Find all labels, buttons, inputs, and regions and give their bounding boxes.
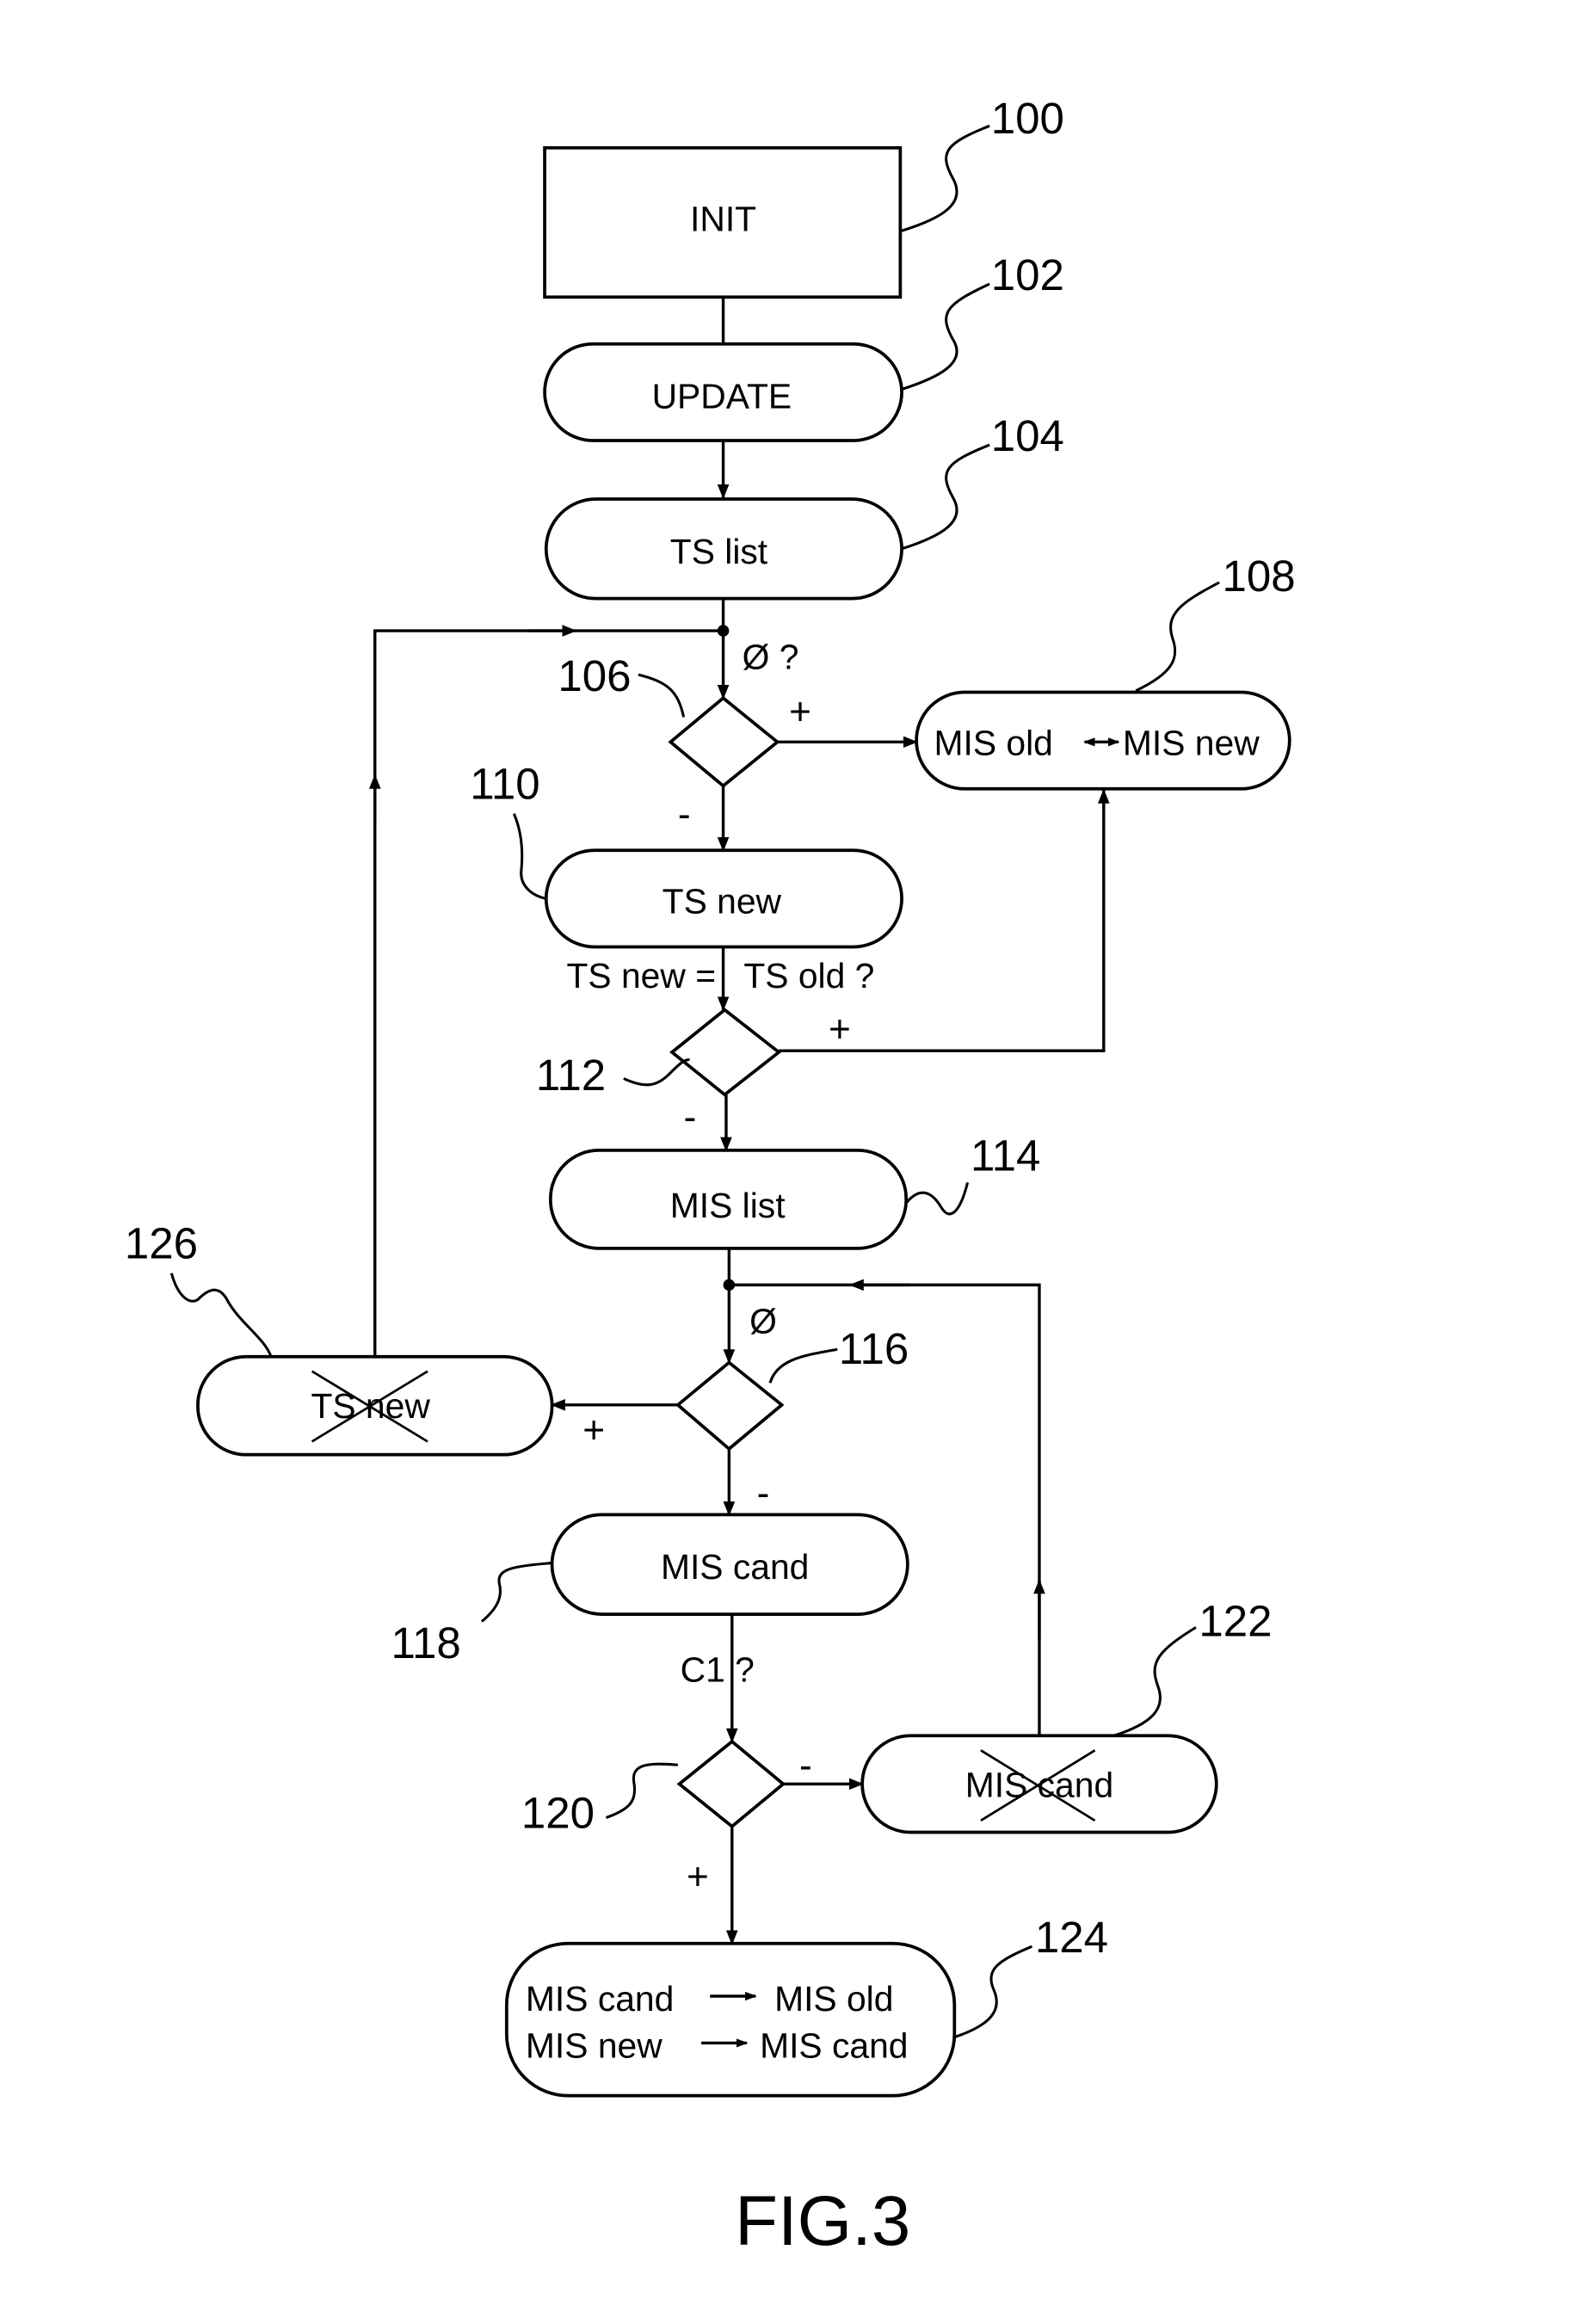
leader-126: [169, 1273, 273, 1358]
leader-122: [1113, 1626, 1197, 1737]
ref-124: 124: [1035, 1913, 1108, 1962]
leader-108: [1135, 581, 1220, 693]
node-ts-new-label: TS new: [663, 881, 782, 921]
node-ts-list: TS list: [544, 497, 903, 601]
node-assignments-line2-right: MIS cand: [760, 2025, 908, 2065]
ref-112: 112: [536, 1051, 606, 1100]
node-mis-cand-discarded: MIS cand: [860, 1734, 1218, 1834]
leader-116: [768, 1347, 838, 1384]
node-mis-swap-right: MIS new: [1123, 724, 1260, 763]
sign-112-yes: +: [829, 1008, 851, 1051]
sign-106-yes: +: [789, 691, 811, 733]
flowchart: INIT UPDATE TS list Ø ? MIS old MIS new …: [125, 94, 1296, 2260]
leader-112: [623, 1057, 690, 1087]
ref-114: 114: [971, 1131, 1040, 1180]
node-mis-swap: MIS old MIS new: [915, 690, 1291, 791]
node-mis-list-label: MIS list: [670, 1186, 786, 1225]
figure-caption: FIG.3: [735, 2182, 910, 2260]
decision-106-condition: Ø ?: [743, 637, 799, 676]
sign-112-no: -: [684, 1096, 697, 1138]
ref-104: 104: [991, 411, 1064, 460]
leader-104: [901, 443, 990, 551]
leader-124: [953, 1945, 1033, 2039]
leader-100: [899, 124, 990, 233]
node-mis-cand: MIS cand: [550, 1513, 909, 1616]
ref-110: 110: [470, 760, 539, 809]
node-mis-list: MIS list: [548, 1149, 909, 1250]
node-mis-swap-left: MIS old: [934, 724, 1052, 763]
node-assignments: MIS cand MIS old MIS new MIS cand: [504, 1941, 957, 2098]
decision-106: Ø ?: [668, 637, 799, 788]
ref-120: 120: [521, 1788, 595, 1837]
sign-120-yes: +: [687, 1856, 709, 1898]
node-init-label: INIT: [690, 200, 756, 239]
ref-126: 126: [125, 1219, 198, 1268]
node-assignments-line1-left: MIS cand: [526, 1979, 674, 2019]
node-ts-list-label: TS list: [670, 532, 768, 571]
leader-118: [480, 1562, 552, 1623]
ref-100: 100: [991, 94, 1064, 143]
node-assignments-line1-right: MIS old: [774, 1979, 893, 2019]
ref-118: 118: [391, 1618, 460, 1667]
sign-120-no: -: [799, 1745, 812, 1787]
leader-114: [904, 1181, 970, 1216]
decision-112-condition-left: TS new =: [567, 956, 717, 996]
decision-112-condition-right: TS old ?: [743, 956, 874, 996]
leader-102: [901, 282, 990, 391]
node-update-label: UPDATE: [652, 377, 792, 416]
sign-106-no: -: [678, 793, 691, 835]
decision-116-condition: Ø: [749, 1302, 777, 1341]
leader-120: [605, 1762, 678, 1819]
leader-106: [638, 673, 686, 718]
node-mis-cand-label: MIS cand: [661, 1547, 809, 1587]
ref-122: 122: [1199, 1597, 1272, 1646]
sign-116-yes: +: [582, 1409, 605, 1452]
node-update: UPDATE: [543, 342, 903, 442]
decision-120-condition: C1 ?: [681, 1649, 755, 1689]
node-ts-new: TS new: [544, 848, 903, 949]
leader-110: [512, 813, 547, 900]
node-ts-new-discarded: TS new: [196, 1354, 554, 1457]
ref-116: 116: [839, 1324, 909, 1373]
node-assignments-line2-left: MIS new: [526, 2025, 663, 2065]
sign-116-no: -: [757, 1472, 770, 1514]
node-init: INIT: [543, 145, 903, 299]
ref-106: 106: [558, 651, 631, 700]
ref-108: 108: [1223, 552, 1296, 601]
ref-102: 102: [991, 250, 1064, 299]
